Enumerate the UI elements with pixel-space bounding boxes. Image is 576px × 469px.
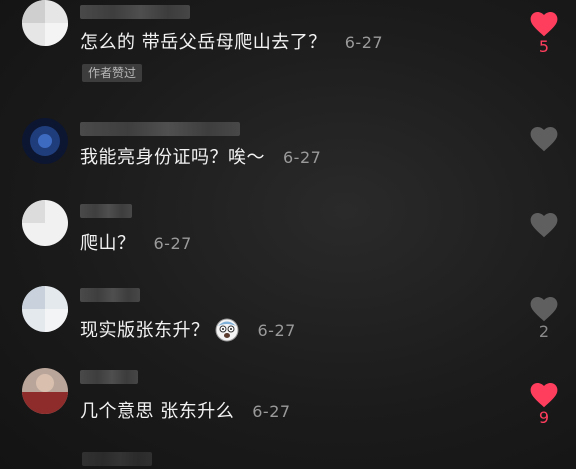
avatar[interactable] <box>22 200 68 246</box>
scared-face-icon <box>215 318 238 342</box>
comment-text: 现实版张东升？ <box>80 320 210 341</box>
like-button[interactable] <box>526 212 562 239</box>
like-count: 5 <box>538 37 550 56</box>
comment-date: 6-27 <box>344 33 384 52</box>
comment-date: 6-27 <box>252 402 291 421</box>
like-count: 9 <box>538 408 550 427</box>
heart-filled-icon <box>530 11 558 37</box>
comment-date: 6-27 <box>283 148 322 167</box>
like-count: 2 <box>538 322 550 341</box>
comment-text-row[interactable]: 我能亮身份证吗？唉～ 6-27 <box>80 146 321 170</box>
comment-text: 爬山？ <box>80 233 136 254</box>
comment-date: 6-27 <box>257 321 296 340</box>
comment-text-row[interactable]: 怎么的 带岳父岳母爬山去了？ 6-27 <box>80 31 383 55</box>
username-blurred[interactable] <box>80 204 132 218</box>
comment-text: 怎么的 带岳父岳母爬山去了？ <box>80 32 327 53</box>
avatar[interactable] <box>22 286 68 332</box>
avatar[interactable] <box>22 118 68 164</box>
comment-date: 6-27 <box>153 234 192 253</box>
like-button[interactable]: 5 <box>526 11 562 56</box>
comment-item: 我能亮身份证吗？唉～ 6-27 <box>0 112 576 202</box>
comment-list[interactable]: 怎么的 带岳父岳母爬山去了？ 6-27 作者赞过 5 我能亮身份证吗？唉～ 6-27 <box>0 0 576 469</box>
avatar[interactable] <box>22 0 68 46</box>
username-blurred[interactable] <box>80 288 140 302</box>
like-button[interactable]: 2 <box>526 296 562 341</box>
comment-item: 爬山？ 6-27 <box>0 198 576 278</box>
username-blurred[interactable] <box>80 370 138 384</box>
like-button[interactable]: 9 <box>526 382 562 427</box>
comment-item: 现实版张东升？ 6-27 2 <box>0 284 576 364</box>
comment-text-row[interactable]: 爬山？ 6-27 <box>80 232 192 256</box>
heart-icon <box>530 212 558 238</box>
heart-icon <box>530 126 558 152</box>
author-liked-badge: 作者赞过 <box>82 64 143 82</box>
comment-item: 怎么的 带岳父岳母爬山去了？ 6-27 作者赞过 5 <box>0 0 576 100</box>
next-comment-blurred <box>82 452 152 466</box>
comment-text-row[interactable]: 现实版张东升？ 6-27 <box>80 316 296 343</box>
comment-text: 几个意思 张东升么 <box>80 401 235 422</box>
avatar[interactable] <box>22 368 68 414</box>
comment-text: 我能亮身份证吗？唉～ <box>80 147 265 168</box>
heart-icon <box>530 296 558 322</box>
comment-text-row[interactable]: 几个意思 张东升么 6-27 <box>80 400 291 424</box>
like-button[interactable] <box>526 126 562 153</box>
username-blurred[interactable] <box>80 5 190 19</box>
comment-item: 几个意思 张东升么 6-27 9 <box>0 366 576 469</box>
username-blurred[interactable] <box>80 122 240 136</box>
heart-filled-icon <box>530 382 558 408</box>
